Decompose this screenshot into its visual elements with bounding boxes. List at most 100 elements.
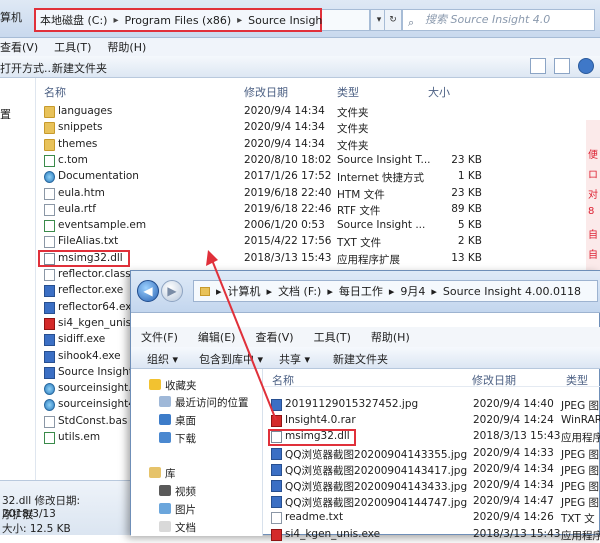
share-button[interactable]: 共享 ▾ (279, 351, 310, 367)
chevron-right-icon[interactable]: ▸ (431, 285, 437, 298)
menu-help[interactable]: 帮助(H) (371, 329, 410, 345)
breadcrumb-item[interactable]: Source Insight 4.00.0118 (443, 285, 581, 298)
nav-videos[interactable]: 视频 (175, 484, 196, 499)
file-type: TXT 文 (561, 513, 595, 526)
column-name[interactable]: 名称 (44, 84, 66, 100)
new-folder-button[interactable]: 新建文件夹 (333, 351, 388, 367)
list-item[interactable]: Documentation 2017/1/26 17:52 Internet 快捷方… (40, 169, 490, 185)
breadcrumb-item[interactable]: Program Files (x86) (125, 14, 232, 27)
list-item[interactable]: QQ浏览器截图20200904143355.jpg 2020/9/4 14:33 J… (269, 446, 600, 462)
new-folder-button[interactable]: 新建文件夹 (52, 60, 107, 76)
edge-char: ロ (588, 170, 598, 181)
nav-recent-places[interactable]: 最近访问的位置 (175, 395, 249, 410)
file-icon (44, 269, 55, 281)
desktop-icon (159, 414, 171, 425)
address-input[interactable] (322, 9, 370, 31)
list-item[interactable]: c.tom 2020/8/10 18:02 Source Insight T... 2… (40, 153, 490, 169)
list-item[interactable]: eula.rtf 2019/6/18 22:46 RTF 文件 89 KB (40, 202, 490, 218)
list-item[interactable]: QQ浏览器截图20200904143417.jpg 2020/9/4 14:34 J… (269, 462, 600, 478)
list-item[interactable]: eula.htm 2019/6/18 22:40 HTM 文件 23 KB (40, 186, 490, 202)
list-item[interactable]: QQ浏览器截图20200904144747.jpg 2020/9/4 14:47 J… (269, 494, 600, 510)
breadcrumb[interactable]: ▸ 计算机 ▸ 文档 (F:) ▸ 每日工作 ▸ 9月4 ▸ Source In… (193, 280, 598, 302)
search-icon: ⌕ (408, 16, 415, 29)
refresh-icon[interactable]: ↻ (384, 9, 402, 31)
file-date: 2020/9/4 14:24 (473, 414, 554, 427)
toolbar: 组织 ▾ 包含到库中 ▾ 共享 ▾ 新建文件夹 (131, 347, 600, 369)
chevron-right-icon[interactable]: ▸ (113, 15, 118, 26)
preview-pane-icon[interactable] (554, 58, 570, 74)
column-date[interactable]: 修改日期 (244, 84, 288, 100)
menu-tools[interactable]: 工具(T) (54, 39, 91, 55)
nav-item-cut[interactable]: 置 (0, 106, 11, 122)
file-name: Insight4.0.rar (285, 414, 356, 427)
file-date: 2020/9/4 14:34 (244, 137, 325, 150)
navigation-pane: 收藏夹 最近访问的位置 桌面 下载 库 视频 图片 文档 (131, 369, 263, 536)
breadcrumb-item[interactable]: 每日工作 (339, 283, 383, 299)
forward-icon[interactable]: ▶ (161, 280, 183, 302)
file-type: Internet 快捷方式 (337, 172, 425, 185)
column-type[interactable]: 类型 (566, 372, 588, 388)
keygen-icon (44, 317, 55, 330)
list-item[interactable]: readme.txt 2020/9/4 14:26 TXT 文 (269, 510, 600, 526)
menu-file[interactable]: 文件(F) (141, 329, 178, 345)
nav-favorites[interactable]: 收藏夹 (165, 378, 197, 393)
address-bar: 算机 本地磁盘 (C:) ▸ Program Files (x86) ▸ Sou… (0, 0, 600, 38)
breadcrumb-item[interactable]: 本地磁盘 (C:) (40, 12, 107, 28)
list-item[interactable]: snippets 2020/9/4 14:34 文件夹 (40, 120, 490, 136)
file-date: 2020/9/4 14:26 (473, 511, 554, 524)
search-input[interactable]: ⌕ 搜索 Source Insight 4.0 (402, 9, 595, 31)
list-item[interactable]: themes 2020/9/4 14:34 文件夹 (40, 137, 490, 153)
view-options-icon[interactable] (530, 58, 546, 74)
menu-help[interactable]: 帮助(H) (107, 39, 146, 55)
menu-view[interactable]: 查看(V) (0, 39, 38, 55)
column-size[interactable]: 大小 (428, 84, 450, 100)
video-icon (159, 485, 171, 496)
chevron-right-icon[interactable]: ▸ (216, 285, 222, 298)
folder-icon (44, 122, 55, 135)
file-type: JPEG 图 (561, 400, 600, 412)
address-cut-label: 算机 (0, 11, 22, 24)
list-item[interactable]: languages 2020/9/4 14:34 文件夹 (40, 104, 490, 120)
list-item[interactable]: QQ浏览器截图20200904143433.jpg 2020/9/4 14:34 J… (269, 478, 600, 494)
chevron-right-icon[interactable]: ▸ (327, 285, 333, 298)
column-date[interactable]: 修改日期 (472, 372, 516, 388)
file-date: 2020/9/4 14:47 (473, 495, 554, 508)
column-type[interactable]: 类型 (337, 84, 359, 100)
open-with-button[interactable]: 打开方式... (0, 60, 55, 76)
list-item[interactable]: Insight4.0.rar 2020/9/4 14:24 WinRAR (269, 413, 600, 429)
nav-desktop[interactable]: 桌面 (175, 413, 196, 428)
menu-view[interactable]: 查看(V) (255, 329, 293, 345)
nav-documents[interactable]: 文档 (175, 520, 196, 535)
star-icon (149, 379, 161, 390)
file-date: 2018/3/13 15:43 (244, 251, 332, 264)
source-insight-file-icon (44, 432, 55, 444)
chevron-right-icon[interactable]: ▸ (237, 15, 242, 26)
document-icon (159, 521, 171, 532)
chevron-right-icon[interactable]: ▸ (389, 285, 395, 298)
file-date: 2020/9/4 14:34 (244, 105, 325, 117)
breadcrumb[interactable]: 本地磁盘 (C:) ▸ Program Files (x86) ▸ Source… (34, 8, 348, 32)
column-name[interactable]: 名称 (272, 372, 294, 388)
file-type: 应用程序 (561, 529, 600, 542)
file-date: 2019/6/18 22:46 (244, 202, 332, 215)
chevron-right-icon[interactable]: ▸ (267, 285, 273, 298)
breadcrumb-item[interactable]: 计算机 (228, 283, 261, 299)
menu-tools[interactable]: 工具(T) (314, 329, 351, 345)
breadcrumb-item[interactable]: 文档 (F:) (278, 283, 321, 299)
file-type: Source Insight T... (337, 153, 431, 166)
file-date: 2019/6/18 22:40 (244, 186, 332, 199)
back-icon[interactable]: ◀ (137, 280, 159, 302)
list-item[interactable]: FileAlias.txt 2015/4/22 17:56 TXT 文件 2 KB (40, 234, 490, 250)
menu-edit[interactable]: 编辑(E) (198, 329, 236, 345)
nav-library[interactable]: 库 (165, 466, 176, 481)
file-name: QQ浏览器截图20200904143355.jpg (285, 448, 468, 461)
list-item[interactable]: 20191129015327452.jpg 2020/9/4 14:40 JPEG … (269, 397, 600, 413)
nav-downloads[interactable]: 下载 (175, 431, 196, 446)
breadcrumb-item[interactable]: 9月4 (400, 283, 425, 299)
list-item[interactable]: eventsample.em 2006/1/20 0:53 Source Insig… (40, 218, 490, 234)
help-icon[interactable] (578, 58, 594, 74)
globe-icon (44, 383, 55, 396)
nav-pictures[interactable]: 图片 (175, 502, 196, 517)
organize-button[interactable]: 组织 ▾ (147, 351, 178, 367)
include-in-library-button[interactable]: 包含到库中 ▾ (199, 351, 263, 367)
